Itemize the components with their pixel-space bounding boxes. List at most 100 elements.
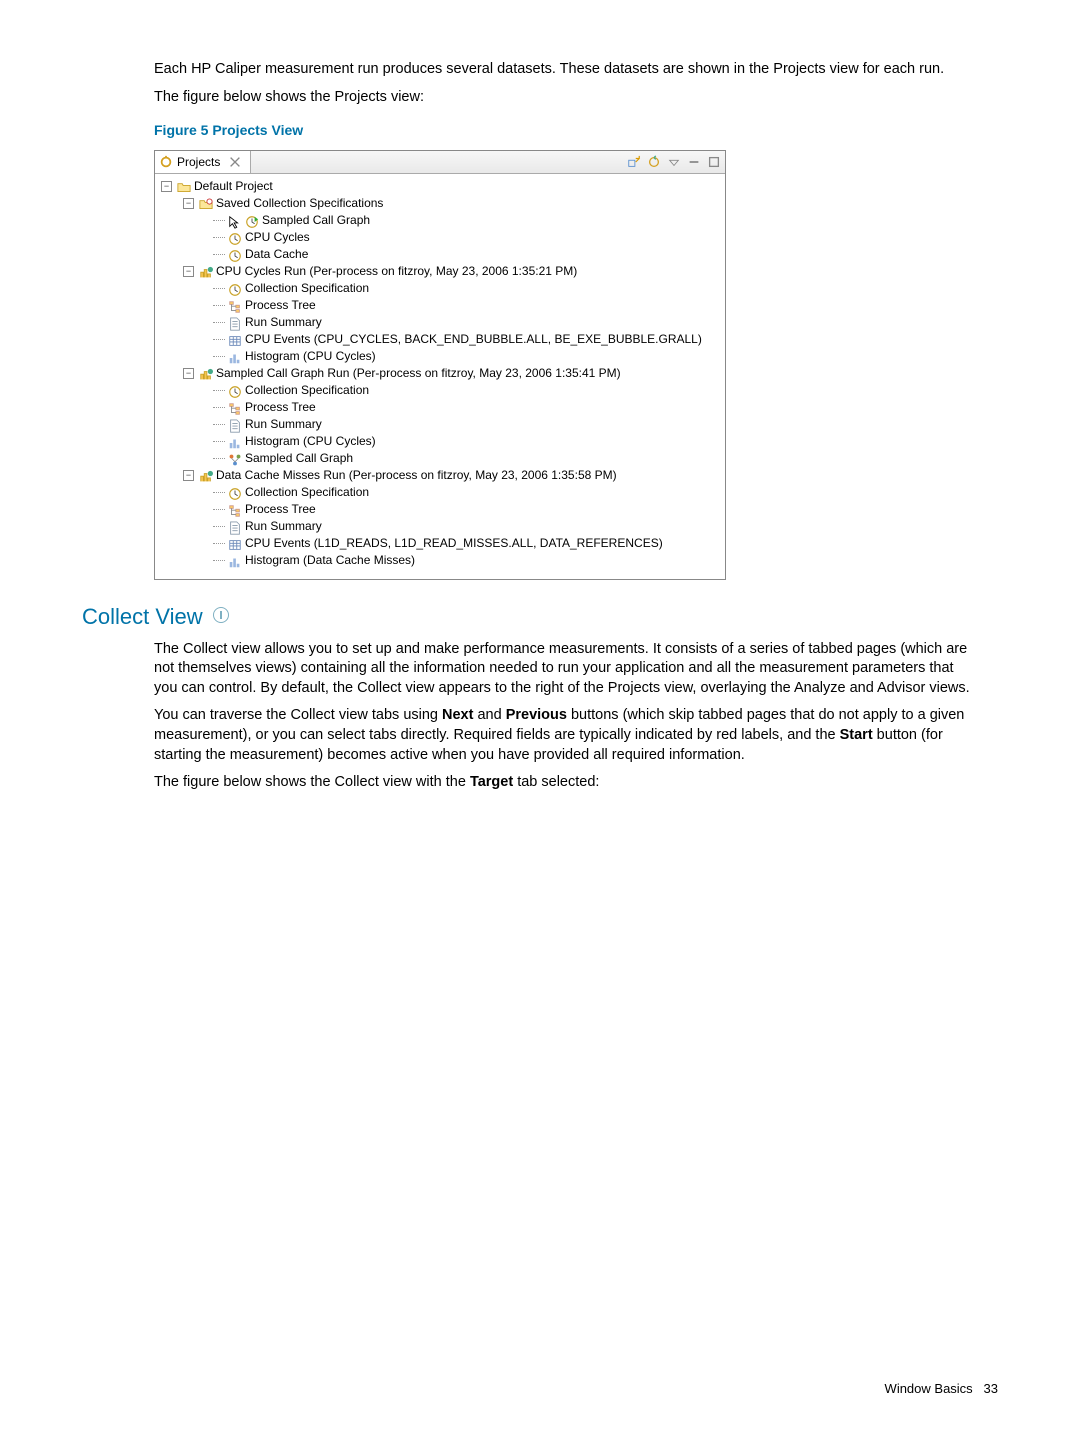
- tree-item-label: Histogram (CPU Cycles): [245, 348, 376, 365]
- clock-icon: [228, 283, 242, 295]
- target-label: Target: [470, 774, 513, 790]
- collect-paragraph-2: You can traverse the Collect view tabs u…: [154, 706, 974, 765]
- tree-run-child[interactable]: Collection Specification: [157, 382, 723, 399]
- tree-item-label: Data Cache Misses Run (Per-process on fi…: [216, 467, 617, 484]
- cursor-icon: [228, 215, 242, 227]
- histo-icon: [228, 351, 242, 363]
- panel-toolbar: [627, 155, 725, 169]
- tree-item-label: Sampled Call Graph: [262, 212, 370, 229]
- page-icon: [228, 419, 242, 431]
- projects-view-panel: Projects −: [154, 150, 726, 580]
- projects-tab[interactable]: Projects: [155, 151, 251, 173]
- folder-icon: [177, 181, 191, 193]
- tree-run-child[interactable]: Process Tree: [157, 297, 723, 314]
- expander-icon[interactable]: −: [161, 181, 172, 192]
- tree-run-child[interactable]: Run Summary: [157, 416, 723, 433]
- tree-item-label: CPU Events (L1D_READS, L1D_READ_MISSES.A…: [245, 535, 663, 552]
- tree-item-label: Collection Specification: [245, 484, 369, 501]
- tree-root-default-project[interactable]: − Default Project: [157, 178, 723, 195]
- projects-tree: − Default Project − Saved Collection Spe…: [155, 174, 725, 579]
- table-icon: [228, 334, 242, 346]
- collect-paragraph-1: The Collect view allows you to set up an…: [154, 640, 974, 699]
- collect-paragraph-3: The figure below shows the Collect view …: [154, 773, 974, 793]
- tree-item-label: Collection Specification: [245, 382, 369, 399]
- clock-icon: [228, 385, 242, 397]
- collect-view-heading-text: Collect View: [82, 604, 203, 629]
- view-menu-icon[interactable]: [667, 155, 681, 169]
- clock-icon: [228, 249, 242, 261]
- tree-saved-spec-item[interactable]: CPU Cycles: [157, 229, 723, 246]
- clockGo-icon: [245, 215, 259, 227]
- tree-run-node[interactable]: − Sampled Call Graph Run (Per-process on…: [157, 365, 723, 382]
- ptree-icon: [228, 402, 242, 414]
- tree-run-child[interactable]: Process Tree: [157, 501, 723, 518]
- expander-icon[interactable]: −: [183, 266, 194, 277]
- close-tab-icon[interactable]: [228, 155, 242, 169]
- tree-item-label: Sampled Call Graph Run (Per-process on f…: [216, 365, 621, 382]
- tree-item-label: Collection Specification: [245, 280, 369, 297]
- tree-item-label: Run Summary: [245, 416, 322, 433]
- expander-icon[interactable]: −: [183, 470, 194, 481]
- tree-item-label: Data Cache: [245, 246, 308, 263]
- tree-saved-spec-item[interactable]: Data Cache: [157, 246, 723, 263]
- tree-run-child[interactable]: Histogram (CPU Cycles): [157, 348, 723, 365]
- clock-icon: [228, 232, 242, 244]
- tree-item-label: Run Summary: [245, 518, 322, 535]
- page-footer: Window Basics 33: [885, 1380, 998, 1398]
- intro-paragraph-2: The figure below shows the Projects view…: [154, 88, 974, 108]
- tree-run-child[interactable]: Run Summary: [157, 518, 723, 535]
- next-label: Next: [442, 707, 473, 723]
- tree-item-label: Histogram (CPU Cycles): [245, 433, 376, 450]
- tree-run-child[interactable]: CPU Events (L1D_READS, L1D_READ_MISSES.A…: [157, 535, 723, 552]
- tree-run-child[interactable]: Collection Specification: [157, 280, 723, 297]
- tree-run-node[interactable]: − CPU Cycles Run (Per-process on fitzroy…: [157, 263, 723, 280]
- footer-section: Window Basics: [885, 1381, 973, 1396]
- footer-page-number: 33: [984, 1381, 998, 1396]
- tree-item-label: Run Summary: [245, 314, 322, 331]
- clock-icon: [228, 487, 242, 499]
- maximize-icon[interactable]: [707, 155, 721, 169]
- expander-icon[interactable]: −: [183, 368, 194, 379]
- tree-run-child[interactable]: CPU Events (CPU_CYCLES, BACK_END_BUBBLE.…: [157, 331, 723, 348]
- tree-run-child[interactable]: Run Summary: [157, 314, 723, 331]
- tree-item-label: CPU Events (CPU_CYCLES, BACK_END_BUBBLE.…: [245, 331, 702, 348]
- page-icon: [228, 521, 242, 533]
- tree-run-child[interactable]: Sampled Call Graph: [157, 450, 723, 467]
- tree-item-label: Sampled Call Graph: [245, 450, 353, 467]
- panel-titlebar: Projects: [155, 151, 725, 174]
- expander-icon[interactable]: −: [183, 198, 194, 209]
- tree-item-label: Process Tree: [245, 297, 316, 314]
- page-icon: [228, 317, 242, 329]
- tree-item-label: Process Tree: [245, 501, 316, 518]
- start-label: Start: [840, 727, 873, 743]
- ptree-icon: [228, 300, 242, 312]
- tree-item-label: CPU Cycles Run (Per-process on fitzroy, …: [216, 263, 577, 280]
- tree-run-node[interactable]: − Data Cache Misses Run (Per-process on …: [157, 467, 723, 484]
- ptree-icon: [228, 504, 242, 516]
- tree-run-child[interactable]: Process Tree: [157, 399, 723, 416]
- refresh-icon[interactable]: [647, 155, 661, 169]
- table-icon: [228, 538, 242, 550]
- histo-icon: [228, 555, 242, 567]
- histo-icon: [228, 436, 242, 448]
- run-icon: [199, 368, 213, 380]
- specFolder-icon: [199, 198, 213, 210]
- tree-saved-collection-specs[interactable]: − Saved Collection Specifications: [157, 195, 723, 212]
- tree-item-label: CPU Cycles: [245, 229, 310, 246]
- tree-saved-spec-item[interactable]: Sampled Call Graph: [157, 212, 723, 229]
- tree-run-child[interactable]: Collection Specification: [157, 484, 723, 501]
- stopwatch-icon: [213, 607, 229, 623]
- tree-run-child[interactable]: Histogram (Data Cache Misses): [157, 552, 723, 569]
- callg-icon: [228, 453, 242, 465]
- projects-tab-label: Projects: [177, 154, 220, 171]
- collapse-all-icon[interactable]: [627, 155, 641, 169]
- figure-5-caption: Figure 5 Projects View: [154, 121, 998, 140]
- tree-run-child[interactable]: Histogram (CPU Cycles): [157, 433, 723, 450]
- projects-tab-icon: [159, 155, 173, 169]
- previous-label: Previous: [506, 707, 567, 723]
- run-icon: [199, 470, 213, 482]
- intro-paragraph-1: Each HP Caliper measurement run produces…: [154, 60, 974, 80]
- tree-item-label: Process Tree: [245, 399, 316, 416]
- minimize-icon[interactable]: [687, 155, 701, 169]
- tree-item-label: Histogram (Data Cache Misses): [245, 552, 415, 569]
